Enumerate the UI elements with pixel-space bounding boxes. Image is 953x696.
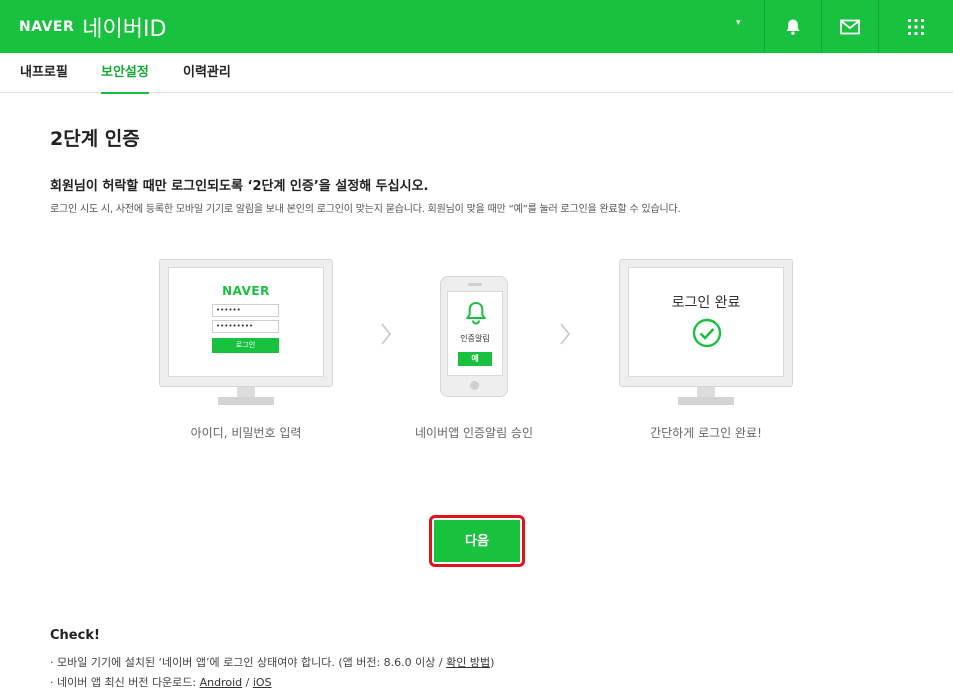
mail-button[interactable] <box>821 0 878 53</box>
note1-close: ) <box>490 656 495 669</box>
mini-password-field: ••••••••• <box>212 320 279 333</box>
tab-history[interactable]: 이력관리 <box>183 53 231 93</box>
note2-text: · 네이버 앱 최신 버전 다운로드: <box>50 676 200 689</box>
link-separator: / <box>242 676 253 689</box>
phone-illustration: 인증알림 예 <box>440 276 508 397</box>
tab-security-settings[interactable]: 보안설정 <box>101 53 149 94</box>
monitor-inner: NAVER •••••• ••••••••• 로그인 <box>168 267 324 377</box>
page-title: 2단계 인증 <box>50 128 140 150</box>
mini-id-field: •••••• <box>212 304 279 317</box>
mini-login-button: 로그인 <box>212 338 279 353</box>
monitor-neck <box>697 387 715 397</box>
auth-alert-label: 인증알림 <box>460 334 490 343</box>
naver-brand: NAVER <box>19 18 75 35</box>
bell-icon <box>465 301 487 325</box>
check-note-download: · 네이버 앱 최신 버전 다운로드: Android / iOS <box>50 674 272 690</box>
description: 로그인 시도 시, 사전에 등록한 모바일 기기로 알림을 보내 본인의 로그인… <box>50 204 681 215</box>
how-to-check-link[interactable]: 확인 방법 <box>446 656 490 669</box>
mini-yes-button: 예 <box>458 352 492 366</box>
phone-home-button <box>470 381 479 390</box>
monitor-inner: 로그인 완료 <box>628 267 784 377</box>
chevron-right-icon <box>381 323 392 345</box>
service-title: 네이버ID <box>82 16 167 42</box>
monitor-screen: NAVER •••••• ••••••••• 로그인 <box>159 259 333 387</box>
step1-caption: 아이디, 비밀번호 입력 <box>190 426 302 440</box>
grid-menu-icon <box>908 18 924 35</box>
mail-icon <box>840 19 860 34</box>
step2-caption: 네이버앱 인증알림 승인 <box>414 426 534 440</box>
android-download-link[interactable]: Android <box>200 676 243 689</box>
notification-button[interactable] <box>764 0 821 53</box>
mini-naver-logo: NAVER <box>222 284 270 298</box>
chevron-right-icon <box>560 323 571 345</box>
phone-speaker <box>468 283 482 286</box>
monitor-neck <box>237 387 255 397</box>
check-title: Check! <box>50 628 100 643</box>
monitor-stand <box>678 397 734 405</box>
bell-icon <box>786 19 800 35</box>
check-circle-icon <box>692 318 722 348</box>
menu-grid-button[interactable] <box>878 0 953 53</box>
headline: 회원님이 허락할 때만 로그인되도록 ‘2단계 인증’을 설정해 두십시오. <box>50 179 429 194</box>
chevron-down-icon[interactable]: ▾ <box>736 18 741 28</box>
tab-bar: 내프로필 보안설정 이력관리 <box>0 53 953 94</box>
top-header: NAVER 네이버ID ▾ <box>0 0 953 53</box>
tab-my-profile[interactable]: 내프로필 <box>20 53 68 93</box>
naver-id-logo[interactable]: NAVER 네이버ID <box>19 10 166 43</box>
step3-caption: 간단하게 로그인 완료! <box>650 426 762 440</box>
note1-text: · 모바일 기기에 설치된 ‘네이버 앱’에 로그인 상태여야 합니다. (앱 … <box>50 656 447 669</box>
ios-download-link[interactable]: iOS <box>253 676 272 689</box>
login-complete-text: 로그인 완료 <box>671 295 741 311</box>
next-button[interactable]: 다음 <box>434 520 520 562</box>
phone-screen: 인증알림 예 <box>447 291 503 376</box>
monitor-stand <box>218 397 274 405</box>
check-note-app-version: · 모바일 기기에 설치된 ‘네이버 앱’에 로그인 상태여야 합니다. (앱 … <box>50 654 494 670</box>
monitor-screen: 로그인 완료 <box>619 259 793 387</box>
